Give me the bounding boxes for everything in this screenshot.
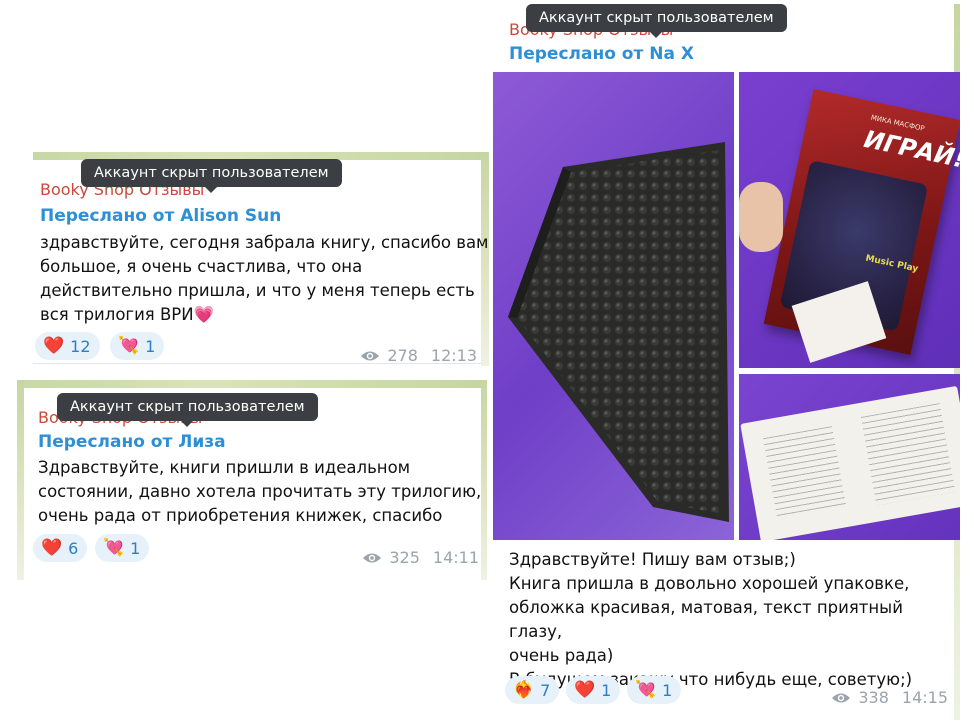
message-text: здравствуйте, сегодня забрала книгу, спа… [40,231,489,327]
heart-arrow-icon: 💘 [118,335,140,356]
reaction-heart-arrow[interactable]: 💘 1 [95,534,150,562]
message-line: состоянии, давно хотела прочитать эту тр… [38,482,482,501]
reaction-heart[interactable]: ❤️ 6 [33,534,88,562]
message-card-3: Booky Shop Отзывы Переслано от Na X МИКА… [493,4,960,720]
reaction-count: 1 [130,538,141,558]
message-line: действительно пришла, и что у меня тепер… [40,281,475,300]
reaction-count: 12 [70,336,91,356]
hidden-account-tooltip: Аккаунт скрыт пользователем [57,393,318,427]
message-line: Здравствуйте, книги пришли в идеальном [38,458,411,477]
text-block [860,403,956,506]
photo-open-book[interactable] [739,374,960,540]
eye-icon [831,692,851,704]
message-divider [33,363,481,364]
tooltip-text: Аккаунт скрыт пользователем [94,165,329,181]
message-bubble: Booky Shop Отзывы Переслано от Alison Su… [33,160,489,366]
heart-icon: ❤️ [41,537,63,558]
view-count: 338 [858,688,889,707]
eye-icon [360,350,380,362]
tooltip-pointer [180,420,195,427]
hand [739,182,783,252]
eye-icon [362,552,382,564]
message-bubble: Booky Shop Отзывы Переслано от Na X МИКА… [493,4,960,720]
tooltip-text: Аккаунт скрыт пользователем [539,10,774,26]
reaction-heart-arrow[interactable]: 💘 1 [627,676,682,704]
message-line: здравствуйте, сегодня забрала книгу, спа… [40,233,489,252]
message-line: Здравствуйте! Пишу вам отзыв;) [509,550,796,569]
heart-on-fire-icon: ❤️‍🔥 [513,679,535,700]
reaction-heart-on-fire[interactable]: ❤️‍🔥 7 [505,676,560,704]
reaction-count: 7 [540,680,551,700]
message-line-text: вся трилогия ВРИ [40,305,194,324]
forwarded-from-label[interactable]: Переслано от Alison Sun [40,206,281,226]
message-text: Здравствуйте! Пишу вам отзыв;) Книга при… [509,548,954,692]
heart-arrow-icon: 💘 [635,679,657,700]
tooltip-pointer [204,186,219,193]
reaction-count: 1 [145,336,156,356]
reaction-count: 1 [601,680,612,700]
message-meta: 338 14:15 [831,688,948,707]
view-count: 325 [389,548,420,567]
photo-book-cover[interactable]: МИКА МАСФОР ИГРАЙ! Music Play [739,72,960,368]
tooltip-pointer [649,31,664,38]
reaction-heart-arrow[interactable]: 💘 1 [110,332,165,360]
pink-heart-emoji: 💗 [193,305,215,324]
reaction-count: 1 [662,680,673,700]
text-block [763,426,846,518]
reaction-heart[interactable]: ❤️ 12 [35,332,100,360]
message-line: Книга пришла в довольно хорошей упаковке… [509,574,910,593]
tooltip-text: Аккаунт скрыт пользователем [70,399,305,415]
reaction-count: 6 [68,538,79,558]
heart-icon: ❤️ [574,679,596,700]
heart-icon: ❤️ [43,335,65,356]
message-line: обложка красивая, матовая, текст приятны… [509,598,903,641]
message-text: Здравствуйте, книги пришли в идеальном с… [38,456,483,528]
message-line: очень рада от приобретения книжек, спаси… [38,506,443,525]
message-line: вся трилогия ВРИ💗 [40,303,489,327]
package-illustration [508,142,729,522]
reaction-heart[interactable]: ❤️ 1 [566,676,621,704]
heart-arrow-icon: 💘 [103,537,125,558]
message-line: очень рада) [509,646,614,665]
photo-package[interactable] [493,72,734,540]
hidden-account-tooltip: Аккаунт скрыт пользователем [526,4,787,38]
hidden-account-tooltip: Аккаунт скрыт пользователем [81,159,342,193]
message-time: 14:11 [432,548,479,567]
forwarded-from-label[interactable]: Переслано от Na X [509,44,694,64]
chat-background-edge [17,380,24,580]
chat-background-strip [17,380,487,388]
open-book [740,385,960,540]
message-line: большое, я очень счастлива, что она [40,257,363,276]
message-time: 14:15 [901,688,948,707]
forwarded-from-label[interactable]: Переслано от Лиза [38,432,226,452]
message-meta: 325 14:11 [362,548,479,567]
book-title: ИГРАЙ! [861,124,960,174]
